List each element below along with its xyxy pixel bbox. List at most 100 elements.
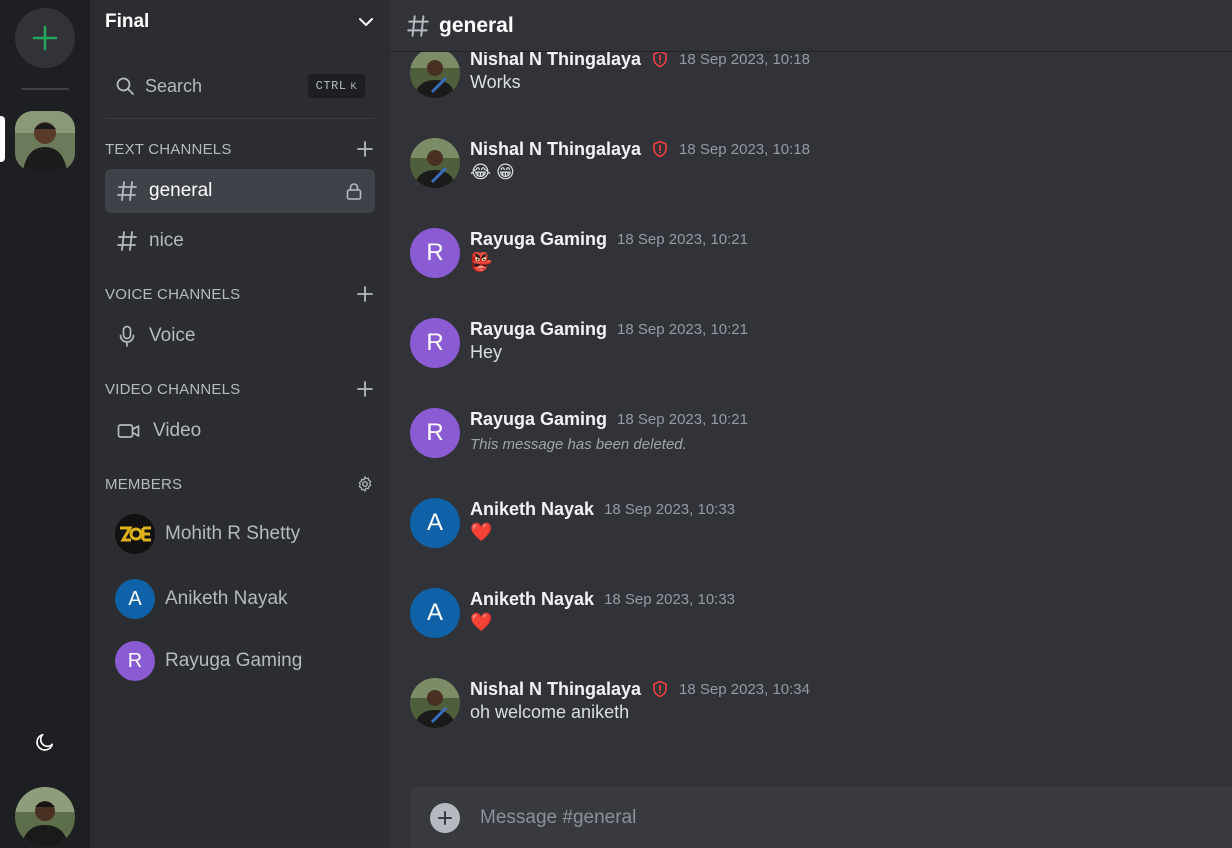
message-timestamp: 18 Sep 2023, 10:21 (617, 320, 748, 338)
message-timestamp: 18 Sep 2023, 10:33 (604, 500, 736, 518)
shield-alert-icon (651, 140, 669, 158)
plus-icon (357, 286, 373, 302)
channel-title: general (439, 13, 514, 37)
channel-label: Video (153, 420, 202, 441)
message-header: Aniketh Nayak 18 Sep 2023, 10:33 (470, 588, 735, 610)
channel-label: Voice (149, 325, 196, 346)
user-avatar[interactable] (15, 787, 75, 847)
avatar[interactable] (410, 48, 460, 98)
message-timestamp: 18 Sep 2023, 10:33 (604, 590, 736, 608)
message-header: Nishal N Thingalaya 18 Sep 2023, 10:34 (470, 678, 810, 700)
member-rayuga-gaming[interactable]: R Rayuga Gaming (115, 640, 375, 682)
message-header: Rayuga Gaming 18 Sep 2023, 10:21 (470, 228, 748, 250)
moon-icon (36, 733, 54, 751)
add-voice-channel-button[interactable] (355, 284, 375, 304)
server-rail (0, 0, 90, 848)
avatar[interactable]: R (410, 408, 460, 458)
avatar-photo (410, 138, 460, 188)
message-author[interactable]: Rayuga Gaming (470, 409, 607, 430)
avatar[interactable]: R (410, 228, 460, 278)
message: A Aniketh Nayak 18 Sep 2023, 10:33 ❤️ (410, 498, 1210, 558)
section-members: MEMBERS (105, 472, 375, 496)
message-author[interactable]: Rayuga Gaming (470, 229, 607, 250)
message-author[interactable]: Aniketh Nayak (470, 589, 594, 610)
avatar[interactable]: A (410, 498, 460, 548)
message-author[interactable]: Rayuga Gaming (470, 319, 607, 340)
avatar[interactable]: A (410, 588, 460, 638)
add-server-button[interactable] (15, 8, 75, 68)
add-text-channel-button[interactable] (355, 139, 375, 159)
message: R Rayuga Gaming 18 Sep 2023, 10:21 This … (410, 408, 1210, 468)
hash-icon (117, 231, 137, 251)
add-video-channel-button[interactable] (355, 379, 375, 399)
search-icon (116, 77, 134, 95)
channel-video[interactable]: Video (105, 409, 375, 453)
section-title: MEMBERS (105, 475, 183, 493)
message: R Rayuga Gaming 18 Sep 2023, 10:21 👺 (410, 228, 1210, 288)
channel-nice[interactable]: nice (105, 219, 375, 263)
message-header: Rayuga Gaming 18 Sep 2023, 10:21 (470, 408, 748, 430)
plus-icon (32, 25, 58, 51)
server-header[interactable]: Final (90, 0, 390, 44)
mic-icon (119, 325, 135, 347)
theme-toggle[interactable] (31, 728, 59, 756)
manage-members-button[interactable] (355, 474, 375, 494)
server-avatar-photo (15, 111, 75, 171)
message-author[interactable]: Nishal N Thingalaya (470, 679, 641, 700)
gear-icon (358, 476, 372, 492)
message-author[interactable]: Aniketh Nayak (470, 499, 594, 520)
avatar[interactable] (410, 678, 460, 728)
section-video-channels: VIDEO CHANNELS (105, 377, 375, 401)
avatar-photo (410, 678, 460, 728)
avatar-photo (410, 48, 460, 98)
hash-icon (407, 14, 429, 37)
member-name: Rayuga Gaming (165, 650, 303, 671)
section-voice-channels: VOICE CHANNELS (105, 282, 375, 306)
lock-icon (346, 183, 362, 200)
avatar[interactable] (410, 138, 460, 188)
channel-label: general (149, 180, 213, 201)
message-timestamp: 18 Sep 2023, 10:21 (617, 410, 748, 428)
message: Nishal N Thingalaya 18 Sep 2023, 10:18 W… (410, 48, 1210, 108)
chat-header: general (390, 0, 1232, 52)
message-text: 😂 😁 (470, 162, 515, 182)
server-icon-final[interactable] (15, 111, 75, 171)
section-title: VOICE CHANNELS (105, 285, 241, 303)
chevron-down-icon (359, 18, 373, 26)
member-aniketh-nayak[interactable]: A Aniketh Nayak (115, 578, 375, 620)
channel-voice[interactable]: Voice (105, 314, 375, 358)
message-input[interactable] (480, 797, 1232, 838)
zoe-logo-avatar (115, 514, 155, 554)
message-deleted-text: This message has been deleted. (470, 436, 687, 453)
section-title: VIDEO CHANNELS (105, 380, 241, 398)
search-button[interactable]: Search CTRL K (105, 70, 375, 102)
plus-icon (357, 141, 373, 157)
channel-general[interactable]: general (105, 169, 375, 213)
avatar[interactable]: R (410, 318, 460, 368)
message-text: ❤️ (470, 612, 493, 632)
sidebar-divider (105, 118, 375, 119)
rail-divider (21, 88, 69, 90)
message-text: Works (470, 72, 521, 92)
plus-icon (438, 810, 452, 825)
shield-alert-icon (651, 680, 669, 698)
attach-button[interactable] (430, 802, 460, 833)
section-text-channels: TEXT CHANNELS (105, 137, 375, 161)
user-avatar-photo (15, 787, 75, 847)
channel-sidebar: Final Search CTRL K TEXT CHANNELS general… (90, 0, 390, 848)
member-mohith-r-shetty[interactable]: Mohith R Shetty (115, 513, 375, 555)
video-icon (117, 424, 140, 438)
avatar: R (115, 641, 155, 681)
message: Nishal N Thingalaya 18 Sep 2023, 10:18 😂… (410, 138, 1210, 198)
message-text: 👺 (470, 252, 493, 272)
message-text: ❤️ (470, 522, 493, 542)
message: R Rayuga Gaming 18 Sep 2023, 10:21 Hey (410, 318, 1210, 378)
message-timestamp: 18 Sep 2023, 10:21 (617, 230, 748, 248)
plus-icon (357, 381, 373, 397)
app: Final Search CTRL K TEXT CHANNELS general… (0, 0, 1232, 848)
message-author[interactable]: Nishal N Thingalaya (470, 139, 641, 160)
section-title: TEXT CHANNELS (105, 140, 232, 158)
message-timestamp: 18 Sep 2023, 10:18 (679, 140, 810, 158)
message-header: Aniketh Nayak 18 Sep 2023, 10:33 (470, 498, 735, 520)
search-shortcut: CTRL K (307, 74, 365, 98)
